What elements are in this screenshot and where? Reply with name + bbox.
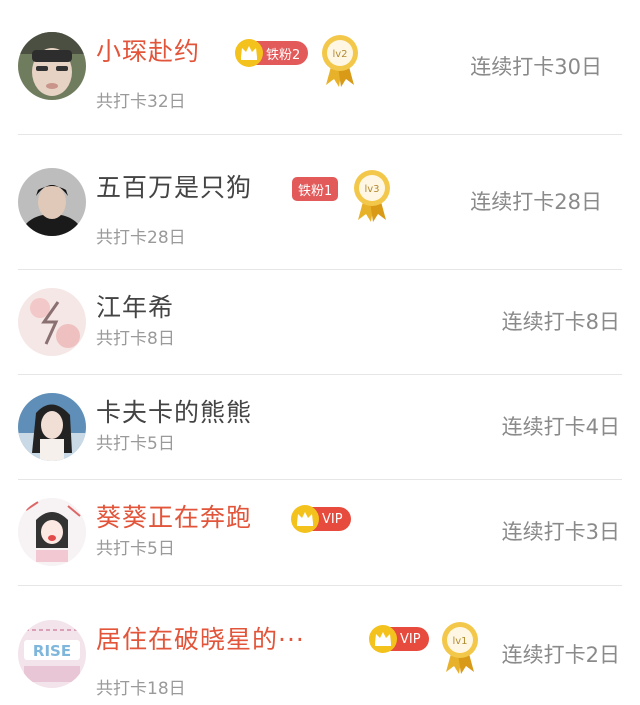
divider: [18, 134, 622, 135]
user-name[interactable]: 居住在破晓星的···: [96, 624, 305, 656]
streak-text: 连续打卡3日: [501, 520, 620, 544]
user-name[interactable]: 卡夫卡的熊熊: [96, 397, 252, 429]
divider: [18, 585, 622, 586]
vip-badge: VIP: [291, 505, 351, 533]
streak-text: 连续打卡4日: [501, 415, 620, 439]
total-checkins: 共打卡32日: [96, 92, 186, 112]
avatar[interactable]: [18, 32, 86, 100]
vip-badge-label: VIP: [322, 511, 343, 527]
vip-badge-label: VIP: [400, 631, 421, 647]
total-checkins: 共打卡18日: [96, 679, 186, 699]
fan-badge-label: 铁粉2: [266, 47, 301, 63]
user-name[interactable]: 葵葵正在奔跑: [96, 502, 252, 534]
user-name[interactable]: 江年希: [96, 292, 174, 324]
total-checkins: 共打卡28日: [96, 228, 186, 248]
total-checkins: 共打卡5日: [96, 539, 175, 559]
avatar[interactable]: RISE: [18, 620, 86, 688]
divider: [18, 269, 622, 270]
streak-text: 连续打卡2日: [501, 643, 620, 667]
fan-badge: 铁粉1: [292, 177, 339, 201]
divider: [18, 479, 622, 480]
svg-text:RISE: RISE: [33, 642, 71, 660]
avatar[interactable]: [18, 168, 86, 236]
streak-text: 连续打卡8日: [501, 310, 620, 334]
medal-level: lv2: [332, 49, 347, 60]
medal-level: lv3: [364, 184, 379, 195]
vip-badge: VIP: [369, 625, 429, 653]
avatar[interactable]: [18, 498, 86, 566]
fan-badge: 铁粉2: [235, 39, 309, 67]
streak-text: 连续打卡28日: [470, 190, 602, 214]
medal-level: lv1: [452, 636, 467, 647]
total-checkins: 共打卡8日: [96, 329, 175, 349]
fan-badge-label: 铁粉1: [298, 183, 333, 199]
medal-icon: lv1: [442, 622, 478, 674]
avatar[interactable]: [18, 393, 86, 461]
divider: [18, 374, 622, 375]
total-checkins: 共打卡5日: [96, 434, 175, 454]
user-name[interactable]: 五百万是只狗: [96, 172, 252, 204]
streak-text: 连续打卡30日: [470, 55, 602, 79]
medal-icon: lv2: [322, 35, 358, 87]
medal-icon: lv3: [354, 170, 390, 222]
crown-icon: [369, 625, 397, 653]
crown-icon: [235, 39, 263, 67]
user-name[interactable]: 小琛赴约: [96, 36, 200, 68]
avatar[interactable]: [18, 288, 86, 356]
crown-icon: [291, 505, 319, 533]
